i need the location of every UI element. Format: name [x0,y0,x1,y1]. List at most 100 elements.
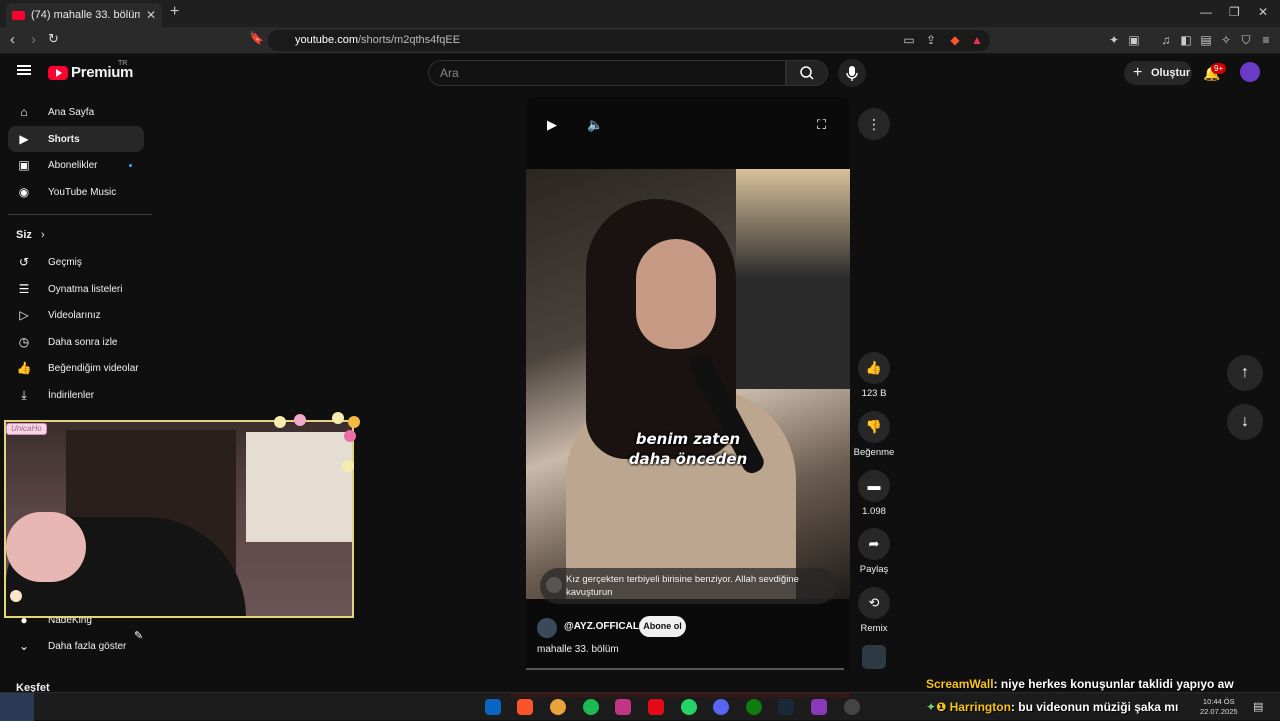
sidebar-item-subscriptions[interactable]: ▣ Abonelikler [8,152,144,178]
sidebar-item-downloads[interactable]: ⤓ İndirilenler [8,382,144,408]
cast-icon[interactable]: ▭ [902,33,916,47]
app-icon[interactable] [811,699,827,715]
hamburger-menu-icon[interactable] [17,65,31,75]
comment-text: Kız gerçekten terbiyeli birisine benziyo… [566,574,799,598]
next-short-button[interactable]: ↓ [1227,404,1263,440]
sidebar-toggle-icon[interactable]: ◧ [1179,33,1193,47]
pinned-comment[interactable]: Kız gerçekten terbiyeli birisine benziyo… [540,568,836,604]
brave-icon[interactable] [517,699,533,715]
outlook-icon[interactable] [485,699,501,715]
sidebar-item-home[interactable]: ⌂ Ana Sayfa [8,99,144,125]
close-window-icon[interactable]: ✕ [1258,5,1268,19]
sidebar-item-youtube-music[interactable]: ◉ YouTube Music [8,179,144,205]
sidebar-item-liked-videos[interactable]: 👍 Beğendiğim videolar [8,355,144,381]
chat-badge-icon: ✦ [926,700,937,714]
share-page-icon[interactable]: ⇪ [924,33,938,47]
create-label: Oluştur [1151,67,1191,79]
create-button[interactable]: + Oluştur [1124,61,1192,85]
minimize-icon[interactable]: — [1200,5,1212,19]
arrow-up-icon: ↑ [1241,364,1249,381]
spotify-icon[interactable] [583,699,599,715]
history-icon: ↺ [18,255,30,269]
share-button[interactable]: ➦ Paylaş [856,528,892,575]
comments-button[interactable]: ▬ 1.098 [856,470,892,517]
whatsapp-icon[interactable] [681,699,697,715]
notification-center-icon[interactable]: ▤ [1253,700,1263,713]
shorts-player[interactable]: ▶ 🔈 ⛶ benim zaten daha önceden Kız gerçe… [526,97,850,670]
sidebar-item-your-videos[interactable]: ▷ Videolarınız [8,302,144,328]
sidebar-item-label: Daha fazla göster [48,640,127,652]
like-button[interactable]: 👍 123 B [856,352,892,399]
channel-name[interactable]: @AYZ.OFFICALL [564,621,645,632]
sidebar-item-label: Videolarınız [48,309,101,321]
browser-tab[interactable]: (74) mahalle 33. bölüm - YouTube ✕ [6,3,162,27]
browser-tab-bar: (74) mahalle 33. bölüm - YouTube ✕ + — ❐… [0,0,1280,27]
dislike-button[interactable]: 👎 Beğenme [854,411,894,458]
avatar[interactable] [1240,62,1260,82]
previous-short-button[interactable]: ↑ [1227,355,1263,391]
brave-shields-icon[interactable]: ◆ [948,33,962,47]
playback-progress-bar[interactable] [526,668,844,670]
address-bar[interactable]: youtube.com/shorts/m2qths4fqEE [268,30,990,51]
extensions-icon[interactable]: ✦ [1107,33,1121,47]
brave-rewards-icon[interactable]: ▲ [970,33,984,47]
audio-thumbnail[interactable] [862,645,886,669]
more-options-button[interactable]: ⋮ [858,108,890,140]
youtube-premium-logo[interactable]: Premium TR [48,60,133,81]
steam-icon[interactable] [778,699,794,715]
restore-icon[interactable]: ❐ [1229,5,1240,19]
media-icon[interactable]: ♫ [1159,33,1173,47]
new-content-dot [129,164,132,167]
volume-icon[interactable]: 🔈 [587,117,603,133]
sidebar-item-shorts[interactable]: ▶ Shorts [8,126,144,152]
clock-time: 10:44 ÖS [1202,697,1235,706]
sidebar-item-label: Shorts [48,133,80,145]
chat-username: Harrington [949,700,1011,714]
system-clock[interactable]: 10:44 ÖS 22.07.2025 [1200,697,1238,717]
comment-icon: ▬ [858,470,890,502]
browser-nav-bar: ‹ › ↻ 🔖 youtube.com/shorts/m2qths4fqEE ▭… [0,27,1280,54]
vpn-icon[interactable]: ⛉ [1239,33,1253,47]
play-icon[interactable]: ▶ [547,117,557,133]
menu-icon[interactable]: ≡ [1259,33,1273,47]
microphone-icon [846,66,858,81]
youtube-music-icon: ◉ [18,185,30,199]
netflix-icon[interactable] [648,699,664,715]
background-person [736,169,850,389]
subscribe-button[interactable]: Abone ol [639,616,686,637]
chat-text: : bu videonun müziği şaka mı [1010,700,1179,714]
sidebar-item-watch-later[interactable]: ◷ Daha sonra izle [8,329,144,355]
remix-button[interactable]: ⟲ Remix [856,587,892,634]
search-input[interactable]: Ara [428,60,786,86]
sidebar-item-playlists[interactable]: ☰ Oynatma listeleri [8,276,144,302]
short-title[interactable]: mahalle 33. bölüm [537,644,619,655]
wallet-icon[interactable]: ▤ [1199,33,1213,47]
logo-country: TR [118,60,128,67]
bookmark-icon[interactable]: 🔖 [249,31,264,45]
sidebar-show-more[interactable]: ⌄ Daha fazla göster [8,633,144,659]
you-label: Siz [16,229,32,241]
sidebar-divider [8,214,152,215]
voice-search-button[interactable] [838,59,866,87]
search-button[interactable] [786,60,828,86]
windows-start-icon[interactable] [0,693,34,721]
forward-icon[interactable]: › [31,31,36,48]
discord-icon[interactable] [713,699,729,715]
sidebar-you-heading[interactable]: Siz › [16,229,45,241]
new-tab-icon[interactable]: + [170,3,179,21]
clock-date: 22.07.2025 [1200,707,1238,716]
fullscreen-icon[interactable]: ⛶ [817,117,826,133]
screenshot-icon[interactable]: ▣ [1127,33,1141,47]
leo-ai-icon[interactable]: ✧ [1219,33,1233,47]
dislike-label: Beğenme [853,447,895,458]
obs-icon[interactable] [844,699,860,715]
sidebar-item-history[interactable]: ↺ Geçmiş [8,249,144,275]
channel-avatar[interactable] [537,618,557,638]
sidebar-item-label: Beğendiğim videolar [48,362,139,374]
back-icon[interactable]: ‹ [10,31,15,48]
close-tab-icon[interactable]: ✕ [146,8,156,22]
xbox-icon[interactable] [746,699,762,715]
chrome-icon[interactable] [550,699,566,715]
reload-icon[interactable]: ↻ [48,31,59,47]
instagram-icon[interactable] [615,699,631,715]
